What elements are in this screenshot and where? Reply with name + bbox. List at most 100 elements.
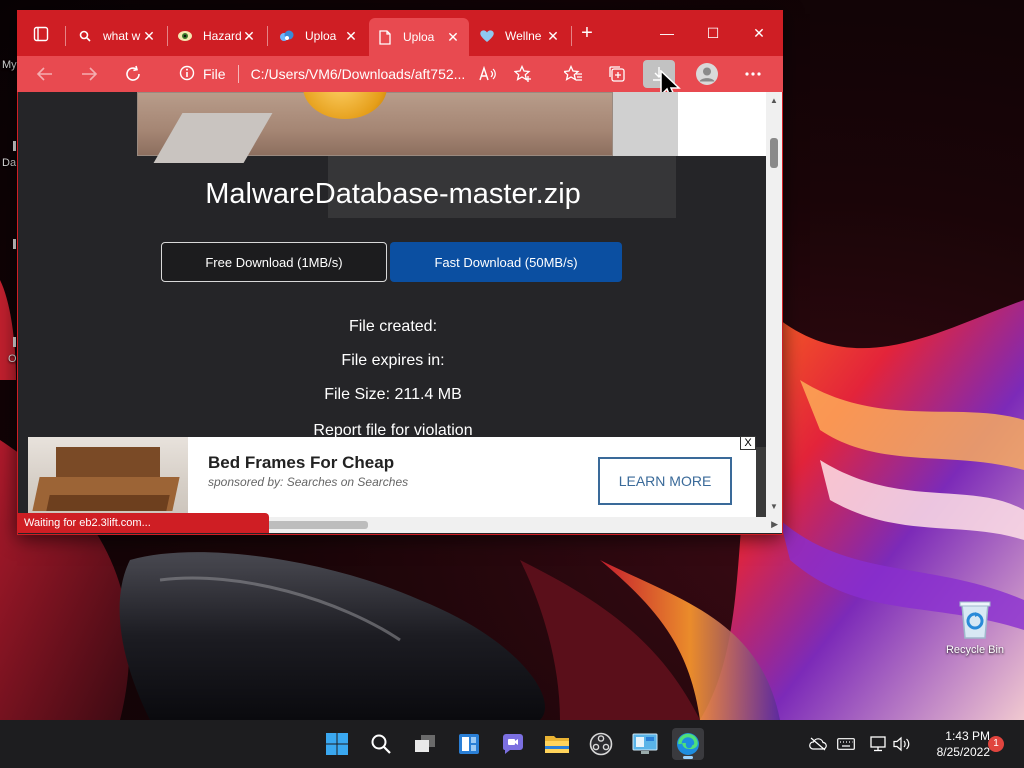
- file-size-label: File Size: 211.4 MB: [324, 386, 462, 403]
- favorites-icon: [564, 65, 582, 81]
- edge-taskbar-button[interactable]: [672, 728, 704, 760]
- task-view-button[interactable]: [409, 728, 441, 760]
- avatar: [696, 63, 718, 85]
- taskbar-search-button[interactable]: [365, 728, 397, 760]
- tab-what[interactable]: what w ✕: [69, 20, 165, 52]
- clock-time: 1:43 PM: [945, 729, 990, 743]
- collections-button[interactable]: [601, 60, 633, 88]
- clock-date: 8/25/2022: [936, 745, 990, 759]
- minimize-button[interactable]: —: [644, 20, 690, 46]
- desktop-icon-label-fragment[interactable]: Da: [2, 157, 16, 169]
- white-panel: [678, 92, 766, 156]
- volume-icon[interactable]: [892, 734, 912, 754]
- start-button[interactable]: [321, 728, 353, 760]
- read-aloud-icon: [479, 66, 496, 81]
- desktop-icon-label-fragment[interactable]: My: [2, 59, 17, 71]
- learn-more-button[interactable]: LEARN MORE: [598, 457, 732, 505]
- tab-actions-button[interactable]: [25, 22, 57, 46]
- settings-more-button[interactable]: [737, 60, 769, 88]
- close-tab-icon[interactable]: ✕: [445, 29, 461, 46]
- desktop-icon-fragment[interactable]: [13, 141, 16, 151]
- task-view-icon: [415, 735, 435, 752]
- desktop-icon-label-fragment[interactable]: O: [8, 353, 17, 365]
- control-panel-button[interactable]: [629, 728, 661, 760]
- back-button[interactable]: [29, 60, 61, 88]
- tab-title: what w: [103, 29, 141, 43]
- tab-title: Uploa: [305, 29, 337, 43]
- info-icon[interactable]: [179, 65, 195, 84]
- page-icon: [377, 29, 393, 45]
- desktop-icon-fragment[interactable]: [13, 239, 16, 249]
- chat-icon: [503, 734, 523, 754]
- image-detail: [303, 92, 387, 119]
- windows-logo-icon: [326, 733, 348, 755]
- forward-button[interactable]: [73, 60, 105, 88]
- horizontal-scroll-thumb[interactable]: [256, 521, 368, 529]
- teams-chat-button[interactable]: [497, 728, 529, 760]
- read-aloud-button[interactable]: [472, 60, 504, 88]
- tab-upload-active[interactable]: Uploa ✕: [369, 18, 469, 56]
- tab-wellness[interactable]: Wellne ✕: [471, 20, 569, 52]
- ad-title[interactable]: Bed Frames For Cheap: [208, 453, 394, 473]
- upload-cloud-icon: [279, 28, 295, 44]
- tab-separator: [65, 26, 66, 46]
- profile-button[interactable]: [691, 60, 723, 88]
- keyboard-icon[interactable]: [836, 734, 856, 754]
- onedrive-offline-icon[interactable]: [808, 734, 828, 754]
- scheme-label: File: [203, 66, 226, 82]
- network-icon[interactable]: [868, 734, 888, 754]
- tab-title: Wellne: [505, 29, 542, 43]
- page-content-peek: [756, 447, 766, 517]
- vertical-scrollbar[interactable]: ▲ ▼: [766, 92, 782, 517]
- address-divider: [237, 65, 239, 83]
- recycle-bin-shortcut[interactable]: Recycle Bin: [942, 598, 1008, 656]
- add-favorite-button[interactable]: [507, 60, 539, 88]
- page-viewport[interactable]: MalwareDatabase-master.zip Free Download…: [18, 92, 782, 534]
- close-tab-icon[interactable]: ✕: [545, 28, 561, 45]
- refresh-button[interactable]: [117, 60, 149, 88]
- file-explorer-button[interactable]: [541, 728, 573, 760]
- widgets-icon: [459, 734, 479, 754]
- recycle-bin-icon: [957, 598, 993, 640]
- tab-separator: [267, 26, 268, 46]
- control-panel-icon: [632, 733, 658, 754]
- ad-close-button[interactable]: X: [740, 436, 756, 450]
- scroll-up-arrow-icon[interactable]: ▲: [770, 96, 778, 105]
- close-tab-icon[interactable]: ✕: [241, 28, 257, 45]
- tab-title: Hazard: [203, 29, 241, 43]
- recycle-bin-label: Recycle Bin: [945, 644, 1005, 656]
- clock[interactable]: 1:43 PM 8/25/2022: [918, 728, 990, 760]
- edge-browser-window[interactable]: what w ✕ Hazard ✕ Uploa ✕ Uploa ✕ Wellne…: [17, 10, 783, 535]
- tab-strip: what w ✕ Hazard ✕ Uploa ✕ Uploa ✕ Wellne…: [17, 10, 783, 56]
- scroll-right-arrow-icon[interactable]: ▶: [771, 519, 778, 530]
- desktop-icon-fragment[interactable]: [13, 337, 16, 347]
- close-window-button[interactable]: ✕: [736, 20, 782, 46]
- tab-actions-icon: [33, 26, 49, 42]
- image-detail: [153, 113, 273, 163]
- search-icon: [77, 28, 93, 44]
- obs-app-button[interactable]: [585, 728, 617, 760]
- notification-badge[interactable]: 1: [988, 736, 1004, 752]
- arrow-right-icon: [82, 67, 98, 81]
- close-tab-icon[interactable]: ✕: [141, 28, 157, 45]
- obs-icon: [589, 732, 613, 756]
- close-tab-icon[interactable]: ✕: [343, 28, 359, 45]
- edge-logo-icon: [677, 733, 699, 755]
- hazard-eye-icon: [177, 28, 193, 44]
- fast-download-button[interactable]: Fast Download (50MB/s): [390, 242, 622, 282]
- vertical-scroll-thumb[interactable]: [770, 138, 778, 168]
- tab-hazard[interactable]: Hazard ✕: [169, 20, 265, 52]
- status-bar: Waiting for eb2.3lift.com...: [18, 513, 269, 533]
- tab-upload-1[interactable]: Uploa ✕: [271, 20, 367, 52]
- search-icon: [371, 734, 391, 754]
- free-download-button[interactable]: Free Download (1MB/s): [161, 242, 387, 282]
- widgets-button[interactable]: [453, 728, 485, 760]
- maximize-button[interactable]: ☐: [690, 20, 736, 46]
- refresh-icon: [126, 65, 140, 81]
- scroll-down-arrow-icon[interactable]: ▼: [770, 502, 778, 511]
- new-tab-button[interactable]: +: [577, 23, 597, 44]
- tab-separator: [167, 26, 168, 46]
- collections-icon: [609, 66, 625, 82]
- star-add-icon: [514, 65, 531, 82]
- favorites-button[interactable]: [557, 60, 589, 88]
